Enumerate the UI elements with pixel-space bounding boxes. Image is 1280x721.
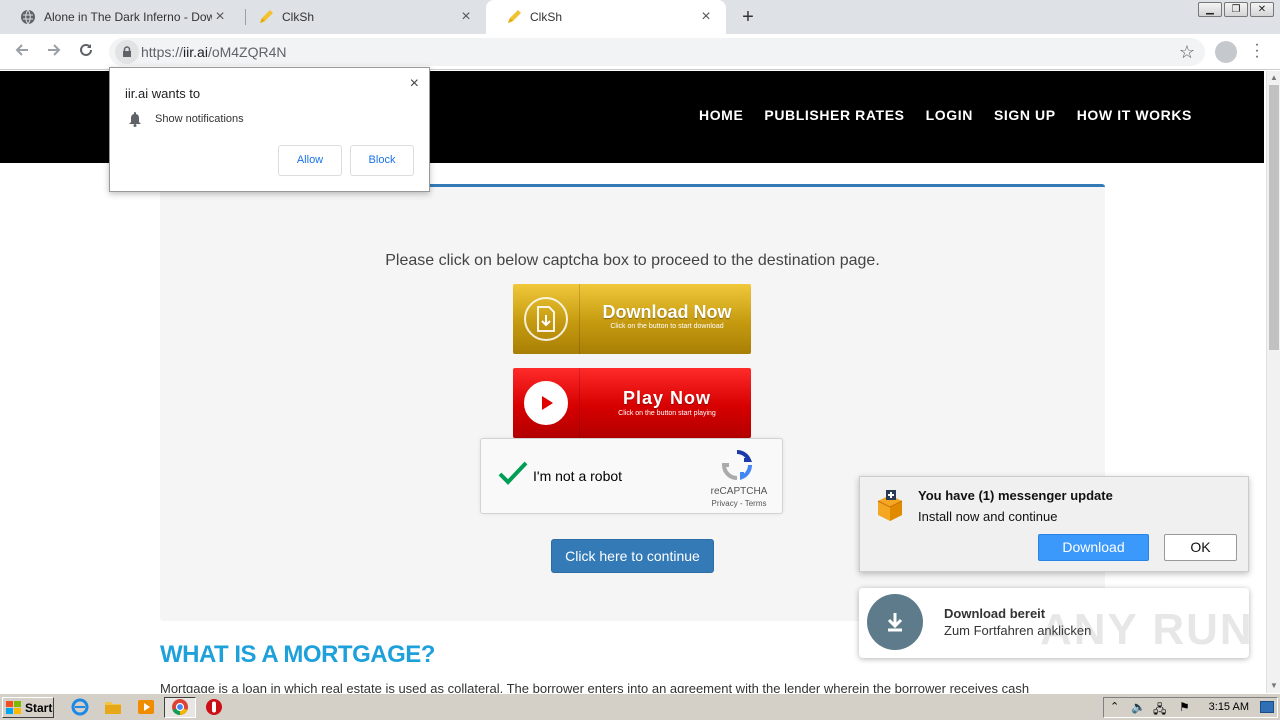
messenger-text: Install now and continue (918, 509, 1058, 524)
new-tab-button[interactable]: + (738, 7, 758, 27)
close-tab-icon[interactable]: × (212, 9, 228, 25)
site-nav: HOME PUBLISHER RATES LOGIN SIGN UP HOW I… (699, 107, 1192, 123)
close-window-button[interactable]: ✕ (1250, 2, 1274, 17)
article-heading: WHAT IS A MORTGAGE? (160, 641, 435, 668)
clock[interactable]: 3:15 AM (1209, 701, 1249, 713)
article-paragraph: Mortgage is a loan in which real estate … (160, 681, 1030, 693)
reload-icon (80, 43, 92, 56)
recaptcha-logo-icon (721, 450, 753, 481)
watermark-logo: ANY RUN (1040, 605, 1254, 654)
recaptcha-terms[interactable]: Privacy - Terms (699, 499, 779, 508)
download-arrow-icon (867, 594, 923, 650)
arrow-right-icon (48, 44, 61, 56)
download-now-title: Download Now (602, 302, 732, 322)
globe-icon (20, 9, 36, 25)
button-divider (579, 368, 580, 438)
internet-explorer-icon[interactable] (71, 698, 89, 716)
recaptcha-label: I'm not a robot (533, 468, 623, 484)
nav-home[interactable]: HOME (699, 107, 743, 123)
tab-title: Alone in The Dark Inferno - Download (44, 10, 212, 24)
button-divider (579, 284, 580, 354)
windows-logo-icon (6, 700, 21, 714)
scroll-thumb[interactable] (1269, 85, 1279, 350)
play-now-button[interactable]: Play Now Click on the button start playi… (513, 368, 751, 438)
network-icon[interactable]: 🖧 (1153, 700, 1166, 721)
url-text: https://iir.ai/oM4ZQR4N (141, 44, 287, 60)
messenger-download-button[interactable]: Download (1038, 534, 1149, 561)
bookmark-star-icon[interactable]: ☆ (1179, 42, 1195, 63)
recaptcha-brand: reCAPTCHA (710, 486, 768, 497)
tab-title: ClkSh (530, 10, 563, 24)
messenger-title: You have (1) messenger update (918, 488, 1113, 503)
menu-dots-icon[interactable]: · · · (1252, 37, 1262, 65)
lock-icon[interactable] (115, 40, 139, 64)
document-download-icon (524, 297, 568, 341)
restore-button[interactable]: ❐ (1224, 2, 1248, 17)
page-scrollbar[interactable]: ▲ ▼ (1266, 71, 1280, 693)
tab-clksh-active[interactable]: ClkSh × (486, 0, 726, 34)
url-host: iir.ai (183, 44, 208, 60)
pencil-icon (506, 9, 522, 25)
reload-button[interactable] (76, 42, 96, 62)
browser-toolbar: https://iir.ai/oM4ZQR4N ☆ (0, 34, 1280, 70)
show-desktop-icon[interactable] (1260, 701, 1274, 713)
back-button[interactable] (12, 42, 32, 62)
scroll-up-arrow-icon[interactable]: ▲ (1267, 71, 1280, 85)
allow-button[interactable]: Allow (278, 145, 342, 176)
minimize-button[interactable]: ▁ (1198, 2, 1222, 17)
recaptcha-widget[interactable]: I'm not a robot reCAPTCHA Privacy - Term… (480, 438, 783, 514)
continue-button[interactable]: Click here to continue (551, 539, 714, 573)
forward-button[interactable] (44, 42, 64, 62)
close-tab-icon[interactable]: × (458, 9, 474, 25)
notification-permission-popup: iir.ai wants to × Show notifications All… (109, 67, 430, 192)
messenger-update-popup: You have (1) messenger update Install no… (859, 476, 1249, 572)
folder-icon[interactable] (104, 698, 122, 716)
tab-title: ClkSh (282, 10, 315, 24)
pencil-icon (258, 9, 274, 25)
checkmark-icon[interactable] (497, 457, 529, 489)
profile-avatar-icon[interactable] (1215, 41, 1237, 63)
permission-text: Show notifications (155, 113, 244, 125)
download-ready-title: Download bereit (944, 606, 1046, 621)
close-tab-icon[interactable]: × (698, 9, 714, 25)
url-path: /oM4ZQR4N (207, 44, 287, 60)
url-scheme: https:// (141, 44, 184, 60)
action-center-flag-icon[interactable]: ⚑ (1179, 700, 1190, 714)
window-controls: ▁ ❐ ✕ (1198, 2, 1274, 17)
messenger-ok-button[interactable]: OK (1164, 534, 1237, 561)
tab-clksh-1[interactable]: ClkSh × (238, 0, 486, 34)
permission-title: iir.ai wants to (125, 86, 201, 101)
tray-expand-icon[interactable]: ⌃ (1110, 700, 1119, 713)
taskbar: Start ⌃ 🔈 🖧 ⚑ 3:15 AM (0, 693, 1280, 720)
address-bar[interactable]: https://iir.ai/oM4ZQR4N ☆ (109, 38, 1205, 66)
package-icon (877, 490, 903, 521)
nav-how-it-works[interactable]: HOW IT WORKS (1077, 107, 1192, 123)
start-label: Start (25, 700, 53, 715)
chrome-icon[interactable] (171, 698, 189, 716)
tab-alone-in-the-dark[interactable]: Alone in The Dark Inferno - Download × (0, 0, 240, 34)
download-now-button[interactable]: Download Now Click on the button to star… (513, 284, 751, 354)
volume-icon[interactable]: 🔈 (1131, 700, 1146, 714)
bell-icon (129, 112, 141, 127)
opera-icon[interactable] (205, 698, 223, 716)
tab-strip: Alone in The Dark Inferno - Download × C… (0, 0, 1280, 34)
arrow-left-icon (15, 44, 28, 56)
play-now-subtitle: Click on the button start playing (618, 410, 716, 417)
block-button[interactable]: Block (350, 145, 414, 176)
nav-publisher-rates[interactable]: PUBLISHER RATES (764, 107, 904, 123)
instruction-text: Please click on below captcha box to pro… (385, 252, 880, 269)
media-player-icon[interactable] (137, 698, 155, 716)
start-button[interactable]: Start (2, 697, 54, 718)
download-now-subtitle: Click on the button to start download (610, 323, 724, 330)
system-tray: ⌃ 🔈 🖧 ⚑ 3:15 AM (1103, 697, 1278, 718)
play-icon (524, 381, 568, 425)
close-icon[interactable]: × (410, 75, 419, 93)
nav-login[interactable]: LOGIN (926, 107, 973, 123)
scroll-down-arrow-icon[interactable]: ▼ (1267, 679, 1280, 693)
nav-sign-up[interactable]: SIGN UP (994, 107, 1056, 123)
play-now-title: Play Now (622, 388, 712, 408)
